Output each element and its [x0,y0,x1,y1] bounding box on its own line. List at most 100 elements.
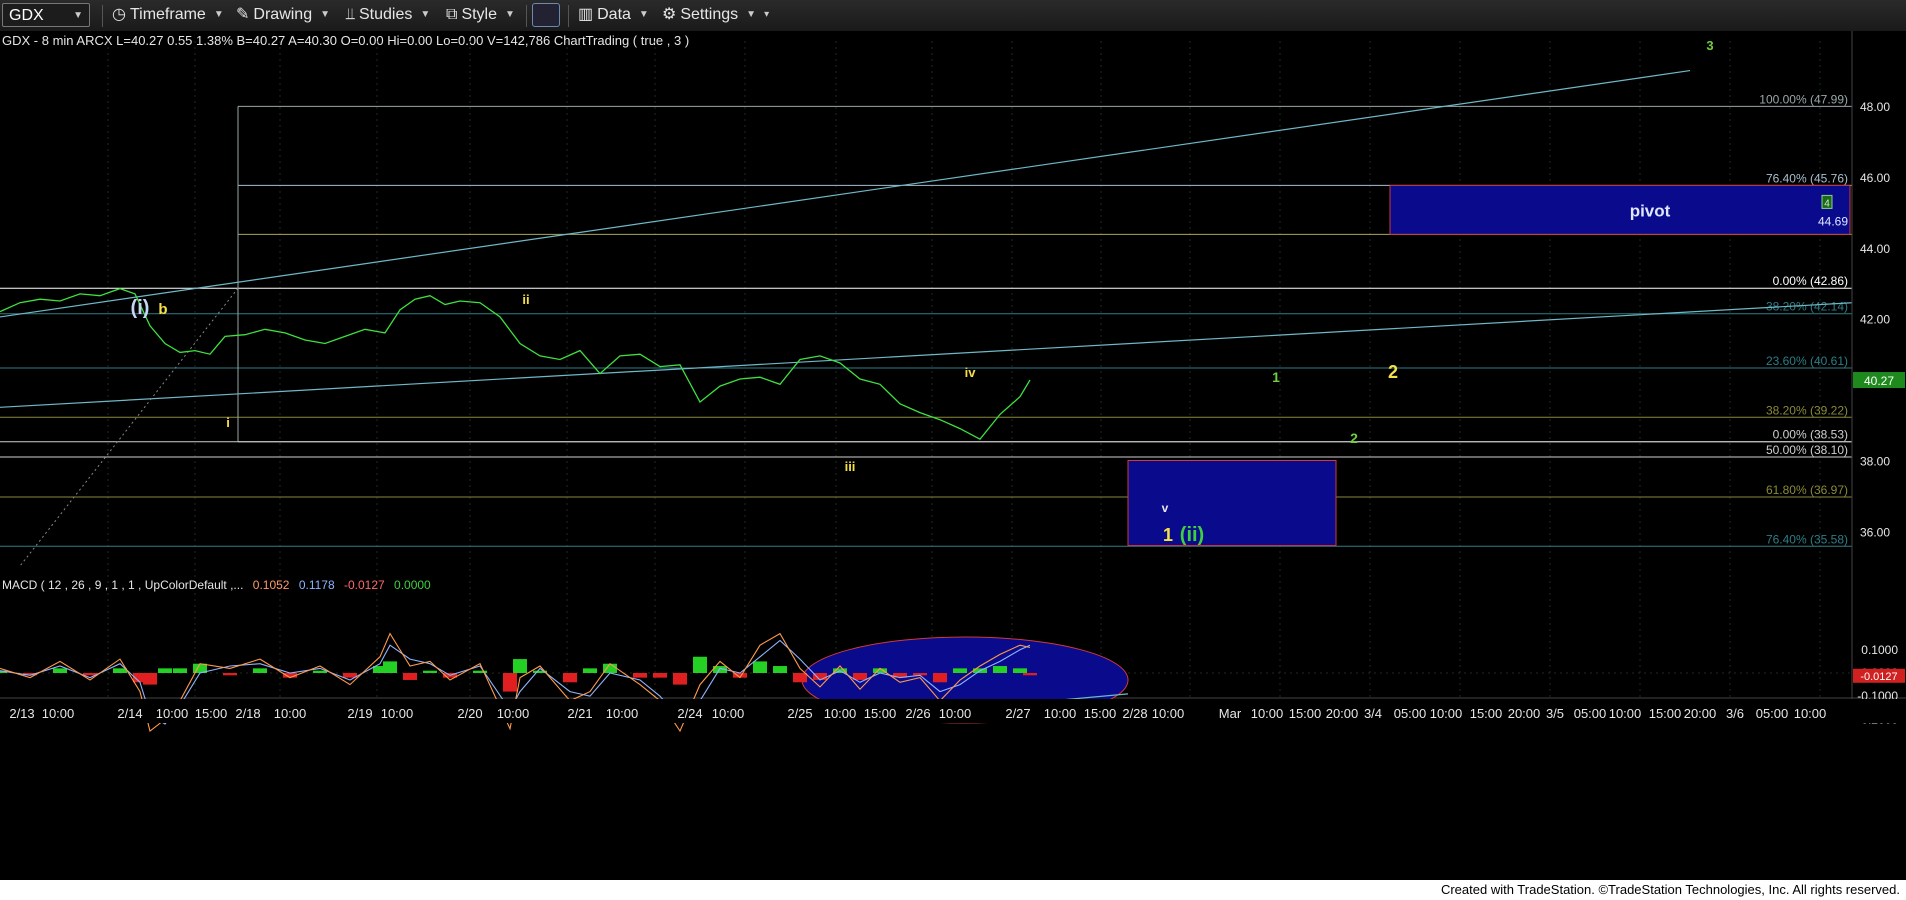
time-tick-label: 10:00 [1609,706,1642,721]
macd-histogram-bar [653,673,667,678]
wave-label: 2 [1388,362,1398,382]
macd-last-label: -0.0127 [1860,671,1897,683]
time-tick-label: 10:00 [1044,706,1077,721]
timeframe-menu[interactable]: ◷ Timeframe ▼ [112,4,224,26]
macd-histogram-bar [383,661,397,673]
time-tick-label: 2/20 [457,706,482,721]
toolbar: GDX ▼ ◷ Timeframe ▼ ✎ Drawing ▼ ⫫ Studie… [0,0,1906,32]
time-tick-label: 20:00 [1684,706,1717,721]
macd-histogram-bar [513,659,527,673]
macd-histogram-bar [673,673,687,685]
fib-level-label: 0.00% (38.53) [1773,428,1848,442]
price-tick-label: 36.00 [1860,525,1890,539]
time-tick-label: 2/18 [235,706,260,721]
time-tick-label: 10:00 [42,706,75,721]
time-tick-label: 20:00 [1326,706,1359,721]
wave-label: 1 [1272,369,1280,385]
macd-histogram-bar [793,673,807,683]
macd-histogram-bar [953,668,967,673]
time-tick-label: 10:00 [1794,706,1827,721]
wave-label: iii [845,459,856,474]
time-tick-label: 2/19 [347,706,372,721]
macd-histogram-bar [603,663,617,673]
symbol-value: GDX [9,7,44,24]
time-tick-label: 10:00 [381,706,414,721]
chevron-down-icon: ▼ [746,9,757,20]
time-tick-label: 10:00 [824,706,857,721]
toolbar-divider [102,5,103,27]
macd-histogram-bar [223,673,237,676]
time-tick-label: 05:00 [1756,706,1789,721]
fib-level-label: 50.00% (38.10) [1766,443,1848,457]
drawing-menu[interactable]: ✎ Drawing ▼ [236,4,330,26]
wave-label: ii [522,292,529,307]
macd-histogram-bar [773,666,787,673]
time-tick-label: 3/6 [1726,706,1744,721]
macd-value-3: -0.0127 [344,578,385,592]
time-tick-label: 15:00 [864,706,897,721]
macd-histogram-bar [1013,668,1027,673]
macd-tick-label: 0.1000 [1861,643,1898,657]
time-tick-label: 10:00 [712,706,745,721]
fib-level-label: 61.80% (36.97) [1766,483,1848,497]
style-icon: ⧉ [446,6,458,23]
time-tick-label: 10:00 [1430,706,1463,721]
symbol-dropdown[interactable]: GDX ▼ [2,3,90,27]
wave-label: i [226,415,230,430]
macd-histogram-bar [933,673,947,683]
time-tick-label: 10:00 [497,706,530,721]
macd-value-2: 0.1178 [299,578,335,592]
price-tick-label: 46.00 [1860,171,1890,185]
time-tick-label: 2/13 [9,706,34,721]
toolbar-divider [568,5,569,27]
pivot-label: pivot [1630,201,1671,220]
chevron-down-icon: ▼ [73,10,83,21]
macd-histogram-bar [113,668,127,673]
data-menu[interactable]: ▥ Data ▼ [578,4,649,26]
macd-histogram-bar [313,670,327,673]
time-tick-label: 10:00 [939,706,972,721]
time-tick-label: 20:00 [1508,706,1541,721]
pivot-marker-label: 4 [1824,198,1830,209]
time-tick-label: Mar [1219,706,1242,721]
wave-label: b [158,301,167,318]
style-menu[interactable]: ⧉ Style ▼ [446,4,515,26]
wave-label: (i) [131,297,150,319]
macd-histogram-bar [158,668,172,673]
last-price-label: 40.27 [1864,374,1894,388]
macd-histogram-bar [53,668,67,673]
symbol-info-header: GDX - 8 min ARCX L=40.27 0.55 1.38% B=40… [2,33,689,48]
time-tick-label: 3/4 [1364,706,1382,721]
chevron-down-icon: ▼ [420,9,431,20]
macd-histogram-bar [143,673,157,685]
time-tick-label: 10:00 [1251,706,1284,721]
macd-histogram-bar [563,673,577,683]
time-tick-label: 2/21 [567,706,592,721]
price-chart[interactable]: GDX - 8 min ARCX L=40.27 0.55 1.38% B=40… [0,31,1906,880]
time-tick-label: 2/27 [1005,706,1030,721]
time-tick-label: 15:00 [1649,706,1682,721]
time-tick-label: 15:00 [1470,706,1503,721]
data-label: Data [597,6,631,23]
macd-histogram-bar [633,673,647,678]
studies-icon: ⫫ [346,6,355,23]
toolbar-divider [526,5,527,27]
style-label: Style [461,6,498,23]
settings-menu[interactable]: ⚙ Settings ▼ ▾ [662,4,769,26]
footer: Created with TradeStation. ©TradeStation… [0,880,1906,900]
time-tick-label: 10:00 [1152,706,1185,721]
time-tick-label: 10:00 [606,706,639,721]
time-tick-label: 2/24 [677,706,702,721]
studies-menu[interactable]: ⫫ Studies ▼ [346,4,430,26]
bar-chart-icon: ▥ [578,6,594,23]
fib-level-label: 38.20% (39.22) [1766,403,1848,417]
layout-toggle-icon[interactable] [532,3,560,27]
wave-label: 1 [1163,525,1173,545]
macd-histogram-bar [1023,673,1037,676]
clock-icon: ◷ [112,6,126,23]
gear-icon: ⚙ [662,6,677,23]
chevron-down-icon: ▼ [505,9,515,20]
time-tick-label: 2/28 [1122,706,1147,721]
time-tick-label: 15:00 [195,706,228,721]
drawing-label: Drawing [253,6,313,23]
